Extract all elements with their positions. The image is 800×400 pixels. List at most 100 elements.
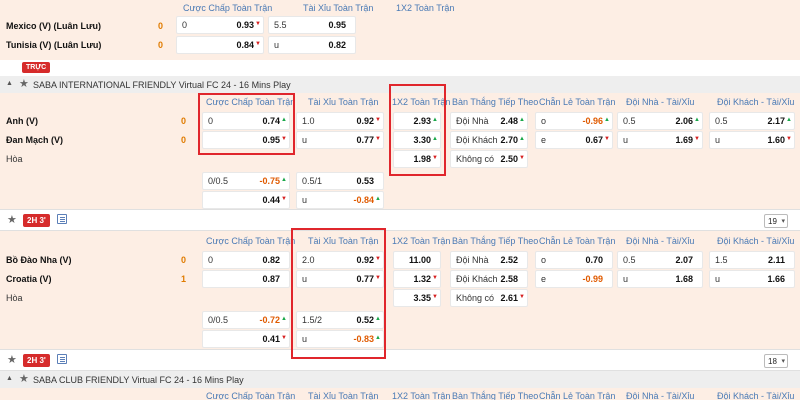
down-arrow-icon: ▼: [786, 136, 792, 142]
more-markets-dropdown[interactable]: 18 ▾: [764, 354, 788, 368]
header-away-ou: Đội Khách - Tài/Xỉu: [717, 97, 795, 107]
down-arrow-icon: ▼: [375, 136, 381, 142]
down-arrow-icon: ▼: [375, 275, 381, 281]
match-time-badge: 2H 3': [23, 214, 50, 227]
down-arrow-icon: ▼: [432, 155, 438, 161]
up-arrow-icon: ▲: [281, 316, 287, 322]
away-team-name: Tunisia (V) (Luân Lưu): [6, 40, 102, 50]
star-icon[interactable]: ★: [7, 353, 17, 366]
odds-cell[interactable]: Đội Khách 2.58: [450, 270, 528, 288]
odds-cell[interactable]: 1.0 0.92 ▼: [296, 112, 384, 130]
chevron-down-icon: ▾: [781, 358, 785, 365]
odds-cell[interactable]: 1.5 2.11: [709, 251, 795, 269]
home-team-name: Bồ Đào Nha (V): [6, 255, 72, 265]
star-icon[interactable]: ★: [19, 372, 29, 385]
up-arrow-icon: ▲: [604, 117, 610, 123]
odds-cell[interactable]: 0.5/1 0.53: [296, 172, 384, 190]
odds-cell[interactable]: 0 0.93 ▼: [176, 16, 264, 34]
down-arrow-icon: ▼: [432, 275, 438, 281]
odds-cell[interactable]: 1.98 ▼: [393, 150, 441, 168]
odds-cell[interactable]: 5.5 0.95: [268, 16, 356, 34]
header-odd-even: Chẵn Lẻ Toàn Trận: [539, 236, 616, 246]
odds-cell[interactable]: 0.41 ▼: [202, 330, 290, 348]
odds-cell[interactable]: 0.5 2.07: [617, 251, 703, 269]
more-markets-dropdown[interactable]: 19 ▾: [764, 214, 788, 228]
header-ou: Tài Xỉu Toàn Trận: [308, 236, 379, 246]
away-score: 0: [181, 135, 187, 145]
odds-cell[interactable]: 0/0.5 -0.75 ▲: [202, 172, 290, 190]
odds-cell[interactable]: 0/0.5 -0.72 ▲: [202, 311, 290, 329]
home-score: 0: [181, 255, 187, 265]
odds-cell[interactable]: 0.84 ▼: [176, 36, 264, 54]
stats-icon[interactable]: [57, 354, 67, 364]
home-score: 0: [181, 116, 187, 126]
odds-cell[interactable]: Đội Nhà 2.52: [450, 251, 528, 269]
odds-cell[interactable]: e 0.67 ▼: [535, 131, 613, 149]
down-arrow-icon: ▼: [432, 294, 438, 300]
odds-cell[interactable]: Đội Nhà 2.48 ▲: [450, 112, 528, 130]
odds-cell[interactable]: 1.32 ▼: [393, 270, 441, 288]
odds-cell[interactable]: u 1.60 ▼: [709, 131, 795, 149]
star-icon[interactable]: ★: [19, 77, 29, 90]
header-home-ou: Đội Nhà - Tài/Xỉu: [626, 391, 695, 400]
odds-cell[interactable]: 3.35 ▼: [393, 289, 441, 307]
up-arrow-icon: ▲: [786, 117, 792, 123]
odds-cell[interactable]: u 1.68: [617, 270, 703, 288]
header-next-goal: Bàn Thắng Tiếp Theo: [452, 97, 539, 107]
odds-cell[interactable]: 0.5 2.06 ▲: [617, 112, 703, 130]
odds-cell[interactable]: Đội Khách 2.70 ▲: [450, 131, 528, 149]
header-next-goal: Bàn Thắng Tiếp Theo: [452, 236, 539, 246]
down-arrow-icon: ▼: [519, 294, 525, 300]
odds-cell[interactable]: 0 0.74 ▲: [202, 112, 290, 130]
stats-icon[interactable]: [57, 214, 67, 224]
up-arrow-icon: ▲: [375, 335, 381, 341]
odds-cell[interactable]: Không có 2.50 ▼: [450, 150, 528, 168]
draw-label: Hòa: [6, 154, 23, 164]
live-bar: [0, 60, 800, 76]
league-name: SABA INTERNATIONAL FRIENDLY Virtual FC 2…: [33, 80, 291, 90]
odds-cell[interactable]: 0 0.82: [202, 251, 290, 269]
odds-cell[interactable]: 0.87: [202, 270, 290, 288]
odds-cell[interactable]: o 0.70: [535, 251, 613, 269]
down-arrow-icon: ▼: [694, 136, 700, 142]
home-score: 0: [158, 21, 164, 31]
odds-cell[interactable]: u 0.77 ▼: [296, 131, 384, 149]
odds-cell[interactable]: 0.5 2.17 ▲: [709, 112, 795, 130]
odds-cell[interactable]: 3.30 ▲: [393, 131, 441, 149]
odds-cell[interactable]: u 0.77 ▼: [296, 270, 384, 288]
up-arrow-icon: ▲: [281, 117, 287, 123]
home-team-name: Mexico (V) (Luân Lưu): [6, 21, 102, 31]
up-arrow-icon: ▲: [519, 117, 525, 123]
header-hdcp: Cược Chấp Toàn Trận: [206, 391, 296, 400]
odds-cell[interactable]: 0.44 ▼: [202, 191, 290, 209]
collapse-icon[interactable]: ▲: [6, 80, 13, 87]
odds-cell[interactable]: Không có 2.61 ▼: [450, 289, 528, 307]
up-arrow-icon: ▲: [432, 136, 438, 142]
odds-cell[interactable]: 2.93 ▲: [393, 112, 441, 130]
header-odd-even: Chẵn Lẻ Toàn Trận: [539, 391, 616, 400]
odds-cell[interactable]: 1.5/2 0.52 ▲: [296, 311, 384, 329]
odds-cell[interactable]: o -0.96 ▲: [535, 112, 613, 130]
odds-cell[interactable]: 2.0 0.92 ▼: [296, 251, 384, 269]
odds-cell[interactable]: u 1.69 ▼: [617, 131, 703, 149]
odds-cell[interactable]: e -0.99: [535, 270, 613, 288]
odds-cell[interactable]: u 0.82: [268, 36, 356, 54]
match-status-bar: [0, 209, 800, 231]
collapse-icon[interactable]: ▲: [6, 375, 13, 382]
down-arrow-icon: ▼: [375, 117, 381, 123]
down-arrow-icon: ▼: [519, 155, 525, 161]
star-icon[interactable]: ★: [7, 213, 17, 226]
odds-cell[interactable]: 11.00: [393, 251, 441, 269]
live-badge: TRỰC: [22, 62, 51, 73]
odds-cell[interactable]: u 1.66: [709, 270, 795, 288]
header-next-goal: Bàn Thắng Tiếp Theo: [452, 391, 539, 400]
header-hdcp: Cược Chấp Toàn Trận: [206, 236, 296, 246]
odds-cell[interactable]: u -0.84 ▲: [296, 191, 384, 209]
header-1x2: 1X2 Toàn Trận: [392, 97, 451, 107]
odds-cell[interactable]: u -0.83 ▲: [296, 330, 384, 348]
up-arrow-icon: ▲: [375, 316, 381, 322]
odds-cell[interactable]: 0.95 ▼: [202, 131, 290, 149]
away-team-name: Croatia (V): [6, 274, 52, 284]
down-arrow-icon: ▼: [281, 136, 287, 142]
chevron-down-icon: ▾: [781, 218, 785, 225]
